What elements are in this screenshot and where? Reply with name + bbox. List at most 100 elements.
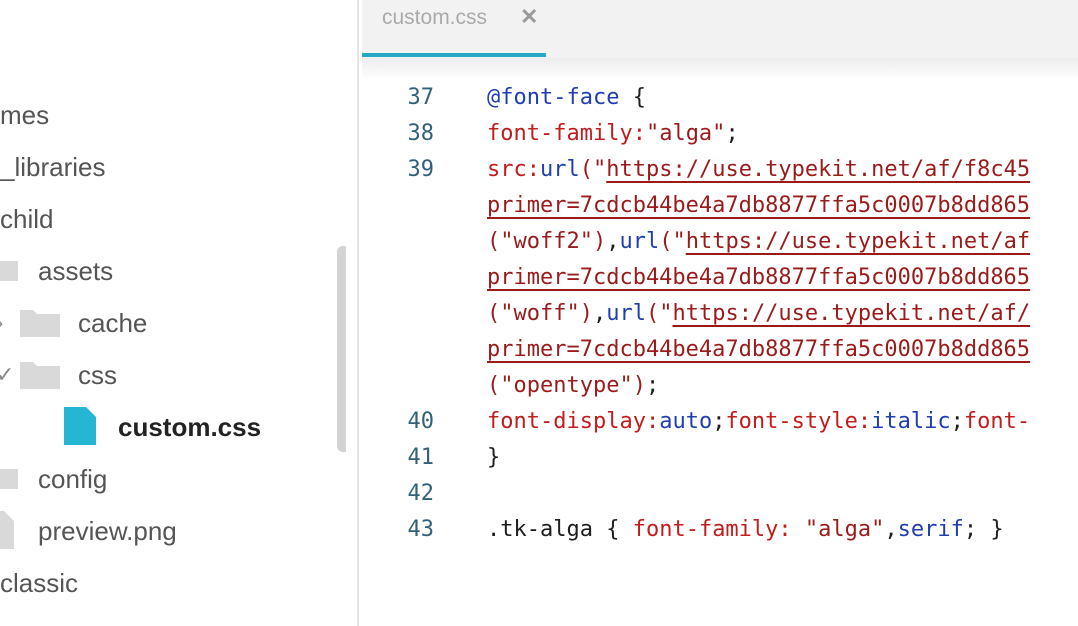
- code-text: primer=7cdcb44be4a7db8877ffa5c0007b8dd86…: [487, 260, 1030, 296]
- tree-item-label: assets: [38, 256, 114, 286]
- folder-open-icon: [20, 362, 60, 389]
- code-token: (": [659, 229, 686, 254]
- code-line[interactable]: 42: [362, 476, 1078, 512]
- code-token: ,: [884, 517, 898, 542]
- code-token: (": [645, 301, 673, 326]
- code-text: font-family:"alga";: [487, 116, 739, 152]
- code-token: url: [619, 229, 660, 254]
- line-number: 40: [407, 409, 435, 434]
- code-token: ; }: [963, 517, 1004, 542]
- code-editor[interactable]: 37 @font-face {38 font-family:"alga"; 39 src…: [362, 80, 1078, 626]
- code-line[interactable]: primer=7cdcb44be4a7db8877ffa5c0007b8dd86…: [362, 332, 1078, 368]
- code-text: src:url("https://use.typekit.net/af/f8c4…: [487, 152, 1030, 188]
- code-line[interactable]: ("woff"),url("https://use.typekit.net/af…: [362, 296, 1078, 332]
- file-icon: [64, 407, 96, 445]
- chevron-down-icon[interactable]: ✓: [0, 353, 14, 397]
- code-token: https://use.typekit.net/af/f8c45: [606, 157, 1031, 182]
- file-tree-sidebar: mes _libraries child assets › cache ✓ cs…: [0, 0, 346, 626]
- tree-item-cache[interactable]: › cache: [0, 301, 340, 345]
- code-token: ,: [592, 301, 607, 326]
- code-line[interactable]: 37 @font-face {: [362, 80, 1078, 116]
- code-line[interactable]: primer=7cdcb44be4a7db8877ffa5c0007b8dd86…: [362, 260, 1078, 296]
- line-number: 41: [407, 445, 435, 470]
- code-token: ;: [950, 409, 964, 434]
- code-token: ,: [606, 229, 620, 254]
- sidebar-scrollbar[interactable]: [337, 246, 346, 452]
- code-token: italic: [871, 409, 951, 434]
- tree-item-label: cache: [78, 308, 148, 338]
- code-text: ("woff2"),url("https://use.typekit.net/a…: [487, 224, 1030, 260]
- code-text: }: [487, 440, 500, 476]
- line-number: 42: [407, 481, 435, 506]
- code-token: ;: [645, 373, 660, 398]
- tree-item-label: mes: [0, 100, 50, 130]
- code-token: @font-face: [487, 85, 620, 110]
- tree-item-label: config: [38, 464, 108, 494]
- code-line[interactable]: 43 .tk-alga { font-family: "alga",serif; …: [362, 512, 1078, 548]
- close-icon[interactable]: ✕: [520, 4, 538, 30]
- folder-icon: [0, 469, 18, 489]
- code-token: .tk-alga: [487, 517, 593, 542]
- code-token: src: [487, 157, 527, 182]
- code-token: font-family: [487, 121, 633, 146]
- line-number: 43: [407, 517, 435, 542]
- code-token: font-family:: [632, 517, 792, 542]
- code-token: :: [857, 409, 872, 434]
- code-line[interactable]: 40 font-display:auto;font-style:italic;fo…: [362, 404, 1078, 440]
- code-text: font-display:auto;font-style:italic;font…: [487, 404, 1030, 440]
- editor-shadow: [362, 58, 1078, 80]
- code-text: ("opentype");: [487, 368, 659, 404]
- tree-item-label: custom.css: [118, 412, 262, 442]
- code-line[interactable]: ("opentype");: [362, 368, 1078, 404]
- code-token: :: [526, 157, 540, 182]
- chevron-right-icon[interactable]: ›: [0, 301, 3, 345]
- code-token: primer=7cdcb44be4a7db8877ffa5c0007b8dd86…: [487, 265, 1031, 290]
- tree-item-label: _libraries: [0, 152, 106, 182]
- code-line[interactable]: 39 src:url("https://use.typekit.net/af/f8…: [362, 152, 1078, 188]
- tab-label: custom.css: [382, 6, 488, 29]
- tree-item-label: child: [0, 204, 54, 234]
- sidebar-divider: [357, 0, 359, 626]
- code-token: ;: [712, 409, 726, 434]
- code-token: :: [632, 121, 646, 146]
- tree-item-assets[interactable]: assets: [0, 249, 340, 293]
- active-tab-indicator: [362, 53, 546, 57]
- code-token: font-display: [487, 409, 646, 434]
- code-text: primer=7cdcb44be4a7db8877ffa5c0007b8dd86…: [487, 188, 1030, 224]
- tree-item-css[interactable]: ✓ css: [0, 353, 340, 397]
- tab-bar: custom.css ✕: [362, 0, 1078, 58]
- code-line[interactable]: 41}: [362, 440, 1078, 476]
- code-token: ("woff2"): [487, 229, 607, 254]
- code-token: ("opentype"): [487, 373, 646, 398]
- tab-custom-css[interactable]: custom.css ✕: [362, 0, 546, 58]
- code-line[interactable]: primer=7cdcb44be4a7db8877ffa5c0007b8dd86…: [362, 188, 1078, 224]
- code-text: primer=7cdcb44be4a7db8877ffa5c0007b8dd86…: [487, 332, 1030, 368]
- folder-icon: [0, 261, 18, 281]
- code-text: ("woff"),url("https://use.typekit.net/af…: [487, 296, 1030, 332]
- tree-item-label: classic: [0, 568, 79, 598]
- code-token: serif: [897, 517, 964, 542]
- code-token: https://use.typekit.net/af: [685, 229, 1031, 254]
- code-line[interactable]: ("woff2"),url("https://use.typekit.net/a…: [362, 224, 1078, 260]
- code-text: @font-face {: [487, 80, 646, 116]
- code-token: auto: [659, 409, 713, 434]
- code-token: ("woff"): [487, 301, 593, 326]
- code-token: ;: [725, 121, 739, 146]
- tree-item-label: preview.png: [38, 516, 177, 546]
- tree-item-custom-css[interactable]: custom.css: [0, 405, 340, 449]
- tree-item-preview-png[interactable]: preview.png: [0, 509, 340, 553]
- code-token: :: [645, 409, 660, 434]
- code-token: primer=7cdcb44be4a7db8877ffa5c0007b8dd86…: [487, 193, 1031, 218]
- code-token: {: [592, 517, 633, 542]
- code-line[interactable]: 38 font-family:"alga";: [362, 116, 1078, 152]
- code-text: .tk-alga { font-family: "alga",serif; }: [487, 512, 1004, 548]
- code-token: "alga": [804, 517, 885, 542]
- code-token: primer=7cdcb44be4a7db8877ffa5c0007b8dd86…: [487, 337, 1031, 362]
- code-token: {: [619, 85, 646, 110]
- code-token: url: [606, 301, 646, 326]
- code-token: (": [579, 157, 607, 182]
- code-token: }: [487, 445, 501, 470]
- tree-item-config[interactable]: config: [0, 457, 340, 501]
- tree-item-label: css: [78, 360, 117, 390]
